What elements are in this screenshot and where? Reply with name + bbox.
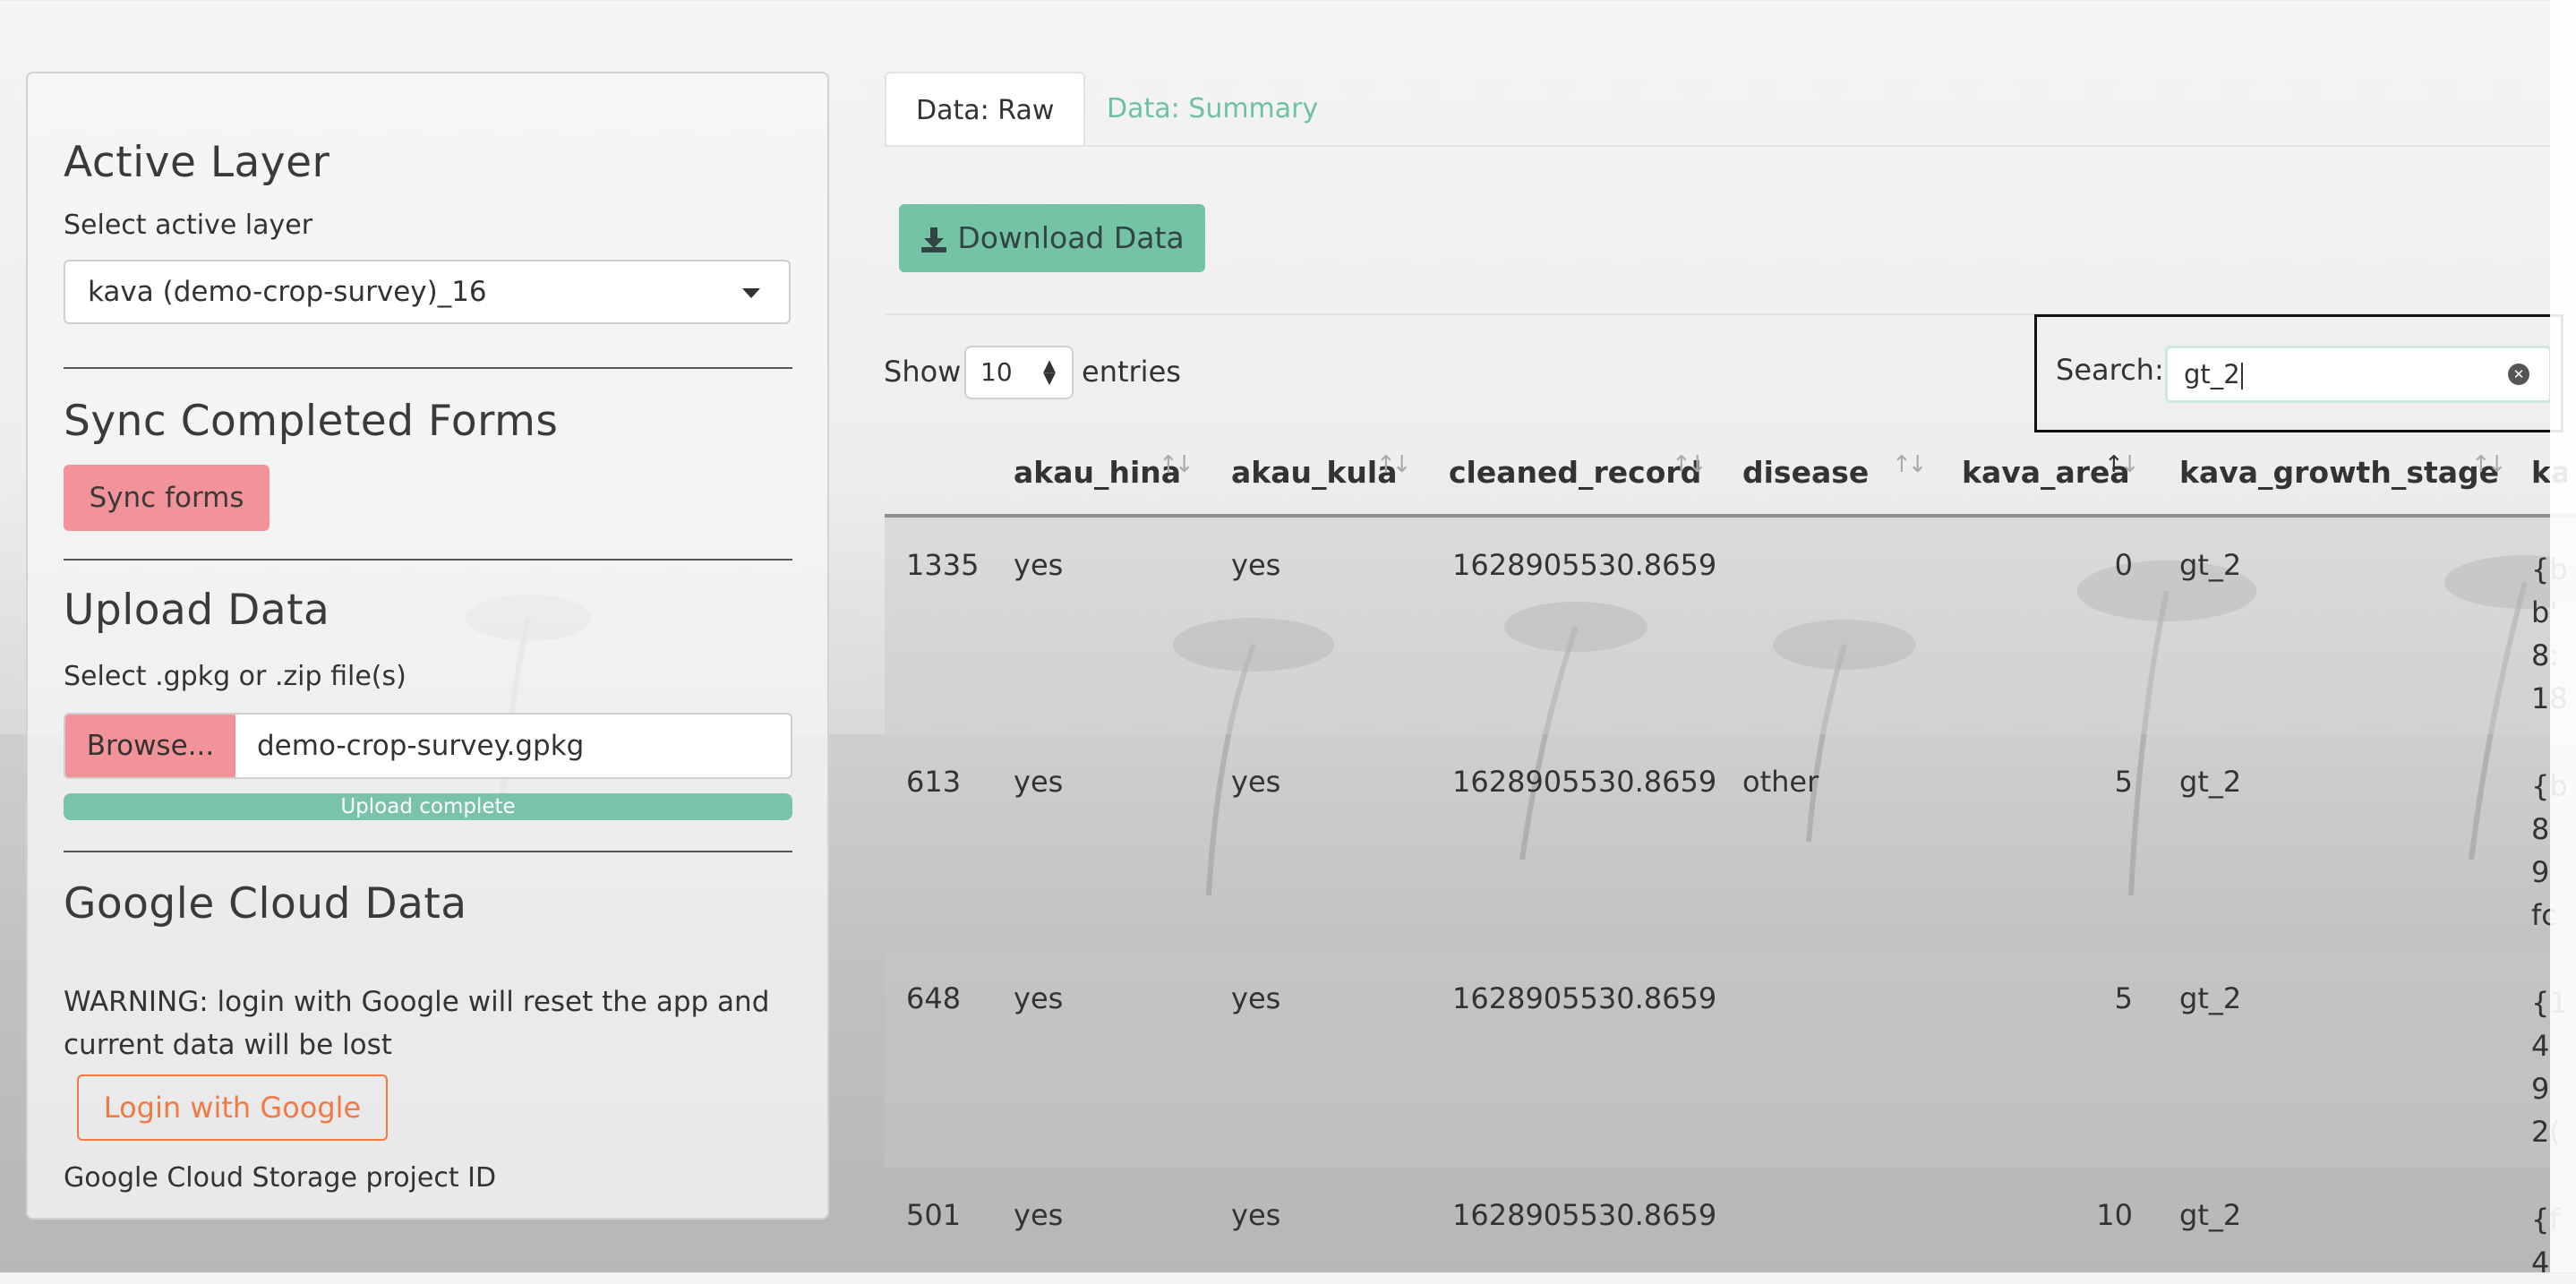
cell-akau-hina: yes [1014, 981, 1064, 1015]
browse-button[interactable]: Browse... [65, 715, 235, 777]
active-layer-label: Select active layer [64, 210, 313, 241]
table-row[interactable]: 613 yes yes 1628905530.8659 other 5 gt_2… [885, 734, 2576, 951]
sync-heading: Sync Completed Forms [64, 397, 559, 446]
sort-icon[interactable]: ↑↓ [1672, 451, 1707, 478]
upload-label: Select .gpkg or .zip file(s) [64, 661, 407, 692]
sort-icon[interactable]: ↑↓ [1376, 451, 1412, 478]
cell-id: 613 [906, 765, 962, 799]
cell-disease: other [1742, 765, 1819, 799]
upload-progress-bar: Upload complete [64, 793, 792, 820]
column-header-kava-growth-stage[interactable]: kava_growth_stage [2179, 455, 2499, 490]
search-input-value: gt_2 [2184, 359, 2240, 389]
sort-ascending-icon[interactable]: ↑↓ [2104, 451, 2140, 478]
cell-kava-area: 0 [2114, 548, 2133, 582]
cell-akau-hina: yes [1014, 1198, 1064, 1232]
entries-label: entries [1082, 355, 1181, 389]
download-icon [921, 227, 947, 253]
active-layer-select-value: kava (demo-crop-survey)_16 [88, 276, 487, 308]
tab-data-raw[interactable]: Data: Raw [885, 72, 1086, 147]
gcs-project-input[interactable] [64, 1218, 792, 1220]
cell-akau-hina: yes [1014, 765, 1064, 799]
cell-kava-growth-stage: gt_2 [2179, 765, 2242, 799]
column-header-cleaned-record[interactable]: cleaned_record [1449, 455, 1701, 490]
cell-kava-growth-stage: gt_2 [2179, 548, 2242, 582]
cell-kava-area: 5 [2114, 981, 2133, 1015]
search-input[interactable]: gt_2 ✕ [2165, 346, 2552, 403]
login-google-button[interactable]: Login with Google [77, 1074, 388, 1141]
caret-down-icon [742, 288, 760, 298]
divider [64, 367, 792, 369]
cell-kava-growth-stage: gt_2 [2179, 981, 2242, 1015]
table-row[interactable]: 648 yes yes 1628905530.8659 5 gt_2 {1 4 … [885, 951, 2576, 1168]
text-cursor [2240, 363, 2243, 389]
divider [64, 851, 792, 852]
cell-cleaned-record: 1628905530.8659 [1452, 765, 1717, 799]
google-cloud-heading: Google Cloud Data [64, 879, 467, 929]
cell-akau-kula: yes [1231, 548, 1281, 582]
gcs-project-label: Google Cloud Storage project ID [64, 1162, 497, 1194]
active-layer-heading: Active Layer [64, 138, 330, 187]
divider [64, 559, 792, 561]
cell-id: 501 [906, 1198, 962, 1232]
clear-search-icon[interactable]: ✕ [2508, 364, 2529, 385]
search-label: Search: [2056, 353, 2164, 387]
download-data-button[interactable]: Download Data [899, 204, 1205, 272]
entries-length-select[interactable]: 10 ▲ ▼ [964, 346, 1074, 399]
tabs-underline [885, 145, 2559, 147]
entries-value: 10 [980, 357, 1013, 387]
cell-cleaned-record: 1628905530.8659 [1452, 1198, 1717, 1232]
column-header-disease[interactable]: disease [1742, 455, 1869, 490]
tab-data-summary[interactable]: Data: Summary [1077, 72, 1348, 147]
table-row[interactable]: 1335 yes yes 1628905530.8659 0 gt_2 {b b… [885, 518, 2576, 734]
sync-forms-button[interactable]: Sync forms [64, 465, 270, 531]
updown-arrows-icon: ▲ ▼ [1043, 356, 1056, 388]
column-header-akau-kula[interactable]: akau_kula [1231, 455, 1398, 490]
download-data-label: Download Data [957, 220, 1185, 255]
active-layer-select[interactable]: kava (demo-crop-survey)_16 [64, 260, 791, 324]
cell-cleaned-record: 1628905530.8659 [1452, 981, 1717, 1015]
sidebar-panel: Active Layer Select active layer kava (d… [26, 72, 829, 1220]
sort-icon[interactable]: ↑↓ [1892, 451, 1928, 478]
file-upload-field[interactable]: Browse... demo-crop-survey.gpkg [64, 713, 792, 779]
cell-id: 1335 [906, 548, 980, 582]
cell-kava-growth-stage: gt_2 [2179, 1198, 2242, 1232]
sort-icon[interactable]: ↑↓ [1159, 451, 1194, 478]
column-header-akau-hina[interactable]: akau_hina [1014, 455, 1181, 490]
show-label: Show [884, 355, 962, 389]
upload-heading: Upload Data [64, 586, 330, 635]
cell-id: 648 [906, 981, 962, 1015]
cell-akau-kula: yes [1231, 765, 1281, 799]
cell-kava-area: 5 [2114, 765, 2133, 799]
google-warning-text: WARNING: login with Google will reset th… [64, 986, 770, 1061]
cell-akau-kula: yes [1231, 981, 1281, 1015]
table-row[interactable]: 501 yes yes 1628905530.8659 10 gt_2 {f 4 [885, 1168, 2576, 1280]
cell-akau-kula: yes [1231, 1198, 1281, 1232]
table-header: akau_hina ↑↓ akau_kula ↑↓ cleaned_record… [885, 428, 2576, 516]
cell-akau-hina: yes [1014, 548, 1064, 582]
sort-icon[interactable]: ↑↓ [2471, 451, 2507, 478]
cell-cleaned-record: 1628905530.8659 [1452, 548, 1717, 582]
viewport-edge [2550, 0, 2576, 1272]
file-name: demo-crop-survey.gpkg [257, 730, 585, 762]
cell-kava-area: 10 [2096, 1198, 2133, 1232]
